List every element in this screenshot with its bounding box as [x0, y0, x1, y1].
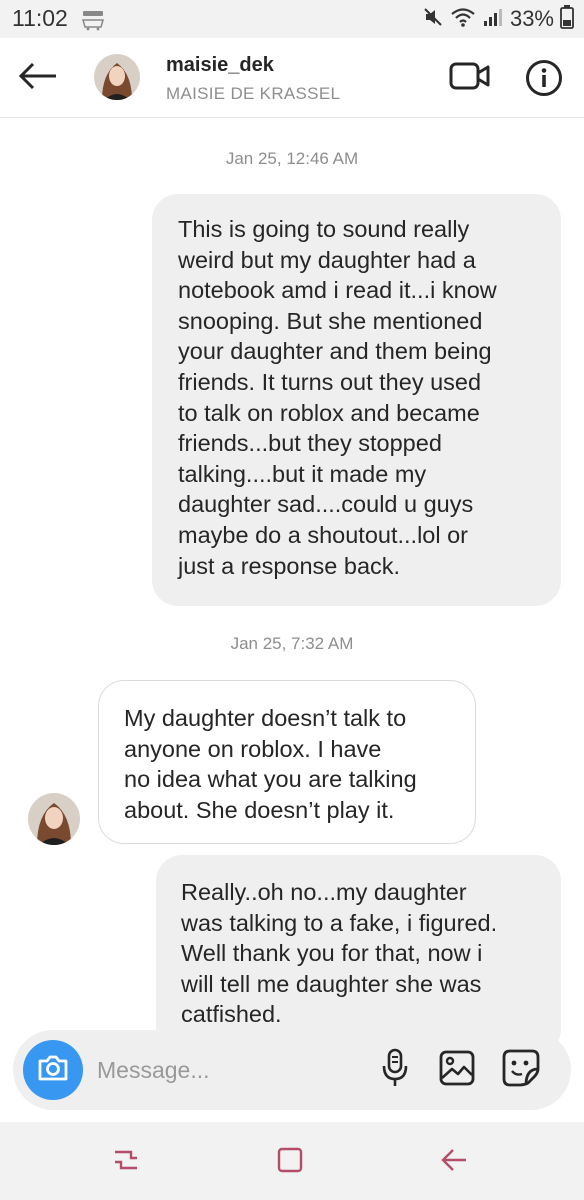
camera-button[interactable] — [23, 1040, 83, 1100]
back-icon — [439, 1146, 469, 1179]
username[interactable]: maisie_dek — [166, 54, 274, 77]
back-button[interactable] — [14, 56, 62, 100]
navigation-bar — [0, 1122, 584, 1200]
camera-icon — [37, 1054, 69, 1087]
amazon-icon — [80, 9, 108, 31]
back-arrow-icon — [18, 62, 58, 95]
avatar[interactable] — [94, 54, 140, 100]
status-bar: 11:02 33% — [0, 0, 584, 38]
video-camera-icon — [449, 60, 491, 97]
message-timestamp: Jan 25, 7:32 AM — [230, 634, 354, 653]
mute-icon — [422, 6, 444, 33]
gallery-icon — [439, 1050, 475, 1091]
wifi-icon — [450, 6, 476, 33]
battery-icon — [560, 4, 574, 34]
recent-apps-button[interactable] — [102, 1144, 150, 1180]
chat-header: maisie_dek MAISIE DE KRASSEL — [0, 38, 584, 118]
incoming-message-bubble[interactable]: My daughter doesn’t talk to anyone on ro… — [98, 680, 476, 844]
avatar[interactable] — [28, 793, 80, 845]
message-input[interactable] — [97, 1052, 357, 1088]
message-composer — [13, 1030, 571, 1110]
home-button[interactable] — [266, 1144, 314, 1180]
gallery-button[interactable] — [435, 1048, 479, 1092]
sticker-icon — [502, 1049, 540, 1092]
full-name: MAISIE DE KRASSEL — [166, 84, 341, 103]
video-call-button[interactable] — [446, 58, 494, 98]
info-button[interactable] — [522, 58, 566, 102]
back-nav-button[interactable] — [430, 1144, 478, 1180]
voice-message-button[interactable] — [373, 1048, 417, 1092]
outgoing-message-bubble[interactable]: Really..oh no...my daughter was talking … — [156, 855, 561, 1055]
home-icon — [275, 1145, 305, 1180]
info-icon — [525, 59, 563, 102]
battery-percent: 33% — [509, 6, 554, 31]
status-time: 11:02 — [12, 5, 68, 31]
message-timestamp: Jan 25, 12:46 AM — [225, 149, 359, 168]
outgoing-message-bubble[interactable]: This is going to sound really weird but … — [152, 194, 561, 606]
microphone-icon — [381, 1048, 409, 1093]
sticker-button[interactable] — [499, 1048, 543, 1092]
status-indicators: 33% — [422, 4, 574, 34]
recent-apps-icon — [111, 1146, 141, 1179]
signal-icon — [482, 6, 504, 33]
